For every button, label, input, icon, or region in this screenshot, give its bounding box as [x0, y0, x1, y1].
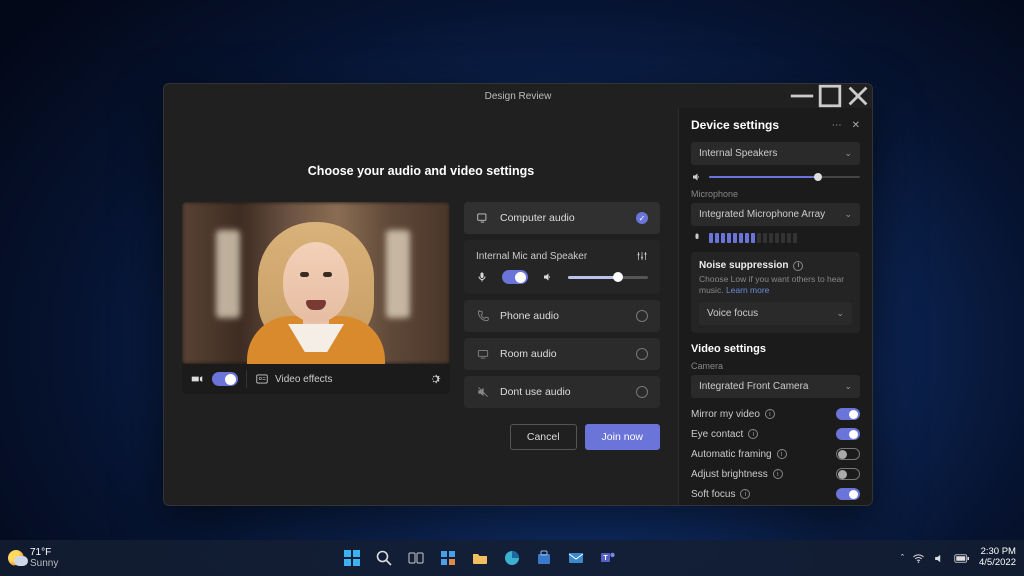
more-icon[interactable]: ⋯	[832, 120, 842, 131]
camera-icon	[190, 372, 204, 386]
audio-option-room[interactable]: Room audio	[464, 338, 660, 370]
weather-widget[interactable]: 71°F Sunny	[8, 547, 58, 569]
audio-option-phone[interactable]: Phone audio	[464, 300, 660, 332]
mail-button[interactable]	[561, 543, 591, 573]
settings-title: Device settings	[691, 118, 779, 132]
radio-icon	[636, 310, 648, 322]
cancel-button[interactable]: Cancel	[510, 424, 577, 450]
close-button[interactable]	[844, 84, 872, 108]
toggle-row-mirror: Mirror my videoi	[691, 404, 860, 424]
radio-checked-icon	[636, 212, 648, 224]
taskbar: 71°F Sunny T ˆ 2:30 PM 4/5/2022	[0, 540, 1024, 576]
device-settings-panel: Device settings ⋯ ✕ Internal Speakers⌄ M…	[678, 108, 872, 505]
join-heading: Choose your audio and video settings	[182, 118, 660, 202]
teams-button[interactable]: T	[593, 543, 623, 573]
effects-icon	[255, 372, 269, 386]
explorer-button[interactable]	[465, 543, 495, 573]
phone-icon	[476, 309, 490, 323]
toggle-row-bright: Adjust brightnessi	[691, 464, 860, 484]
system-tray[interactable]: ˆ 2:30 PM 4/5/2022	[901, 547, 1016, 569]
close-panel-icon[interactable]: ✕	[852, 120, 860, 131]
room-icon	[476, 347, 490, 361]
gear-icon[interactable]	[428, 372, 442, 386]
no-audio-icon	[476, 385, 490, 399]
microphone-dropdown[interactable]: Integrated Microphone Array⌄	[691, 203, 860, 226]
noise-suppression-dropdown[interactable]: Voice focus⌄	[699, 302, 852, 325]
toggle-row-soft: Soft focusi	[691, 484, 860, 504]
speaker-volume-slider[interactable]	[709, 176, 860, 178]
join-pane: Choose your audio and video settings	[164, 108, 678, 505]
widgets-button[interactable]	[433, 543, 463, 573]
chevron-up-icon[interactable]: ˆ	[901, 553, 904, 564]
computer-audio-icon	[476, 211, 490, 225]
chevron-down-icon: ⌄	[836, 308, 844, 319]
video-settings-heading: Video settings	[691, 343, 860, 355]
microphone-label: Microphone	[691, 189, 860, 199]
mic-toggle[interactable]	[502, 270, 528, 284]
video-controls-bar: Video effects	[182, 364, 450, 394]
weather-icon	[8, 550, 24, 566]
camera-label: Camera	[691, 361, 860, 371]
info-icon[interactable]: i	[777, 449, 787, 459]
audio-option-none[interactable]: Dont use audio	[464, 376, 660, 408]
sliders-icon[interactable]	[636, 250, 648, 262]
chevron-down-icon: ⌄	[844, 148, 852, 159]
taskbar-center: T	[337, 543, 623, 573]
svg-text:T: T	[603, 555, 608, 562]
mic-icon	[691, 232, 703, 244]
info-icon[interactable]: i	[765, 409, 775, 419]
device-summary: Internal Mic and Speaker	[476, 251, 587, 262]
camera-toggle[interactable]	[212, 372, 238, 386]
volume-slider[interactable]	[568, 276, 648, 279]
edge-button[interactable]	[497, 543, 527, 573]
join-now-button[interactable]: Join now	[585, 424, 660, 450]
radio-icon	[636, 348, 648, 360]
eye-toggle[interactable]	[836, 428, 860, 440]
chevron-down-icon: ⌄	[844, 209, 852, 220]
toggle-row-frame: Automatic framingi	[691, 444, 860, 464]
frame-toggle[interactable]	[836, 448, 860, 460]
radio-icon	[636, 386, 648, 398]
clock[interactable]: 2:30 PM 4/5/2022	[979, 547, 1016, 569]
speaker-icon	[691, 171, 703, 183]
video-effects-button[interactable]: Video effects	[255, 372, 420, 386]
task-view-button[interactable]	[401, 543, 431, 573]
meeting-join-window: Design Review Choose your audio and vide…	[163, 83, 873, 506]
info-icon[interactable]: i	[748, 429, 758, 439]
camera-dropdown[interactable]: Integrated Front Camera⌄	[691, 375, 860, 398]
volume-icon[interactable]	[933, 552, 946, 565]
toggle-row-eye: Eye contacti	[691, 424, 860, 444]
mic-icon	[476, 271, 488, 283]
audio-detail-panel: Internal Mic and Speaker	[464, 240, 660, 294]
minimize-button[interactable]	[788, 84, 816, 108]
mirror-toggle[interactable]	[836, 408, 860, 420]
store-button[interactable]	[529, 543, 559, 573]
info-icon[interactable]: i	[773, 469, 783, 479]
start-button[interactable]	[337, 543, 367, 573]
maximize-button[interactable]	[816, 84, 844, 108]
speaker-dropdown[interactable]: Internal Speakers⌄	[691, 142, 860, 165]
mic-level-meter	[709, 233, 797, 243]
info-icon[interactable]: i	[793, 261, 803, 271]
noise-suppression-card: Noise suppressioni Choose Low if you wan…	[691, 252, 860, 333]
bright-toggle[interactable]	[836, 468, 860, 480]
speaker-icon	[542, 271, 554, 283]
soft-toggle[interactable]	[836, 488, 860, 500]
video-preview	[182, 202, 450, 364]
chevron-down-icon: ⌄	[844, 381, 852, 392]
window-title: Design Review	[485, 91, 552, 102]
audio-option-computer[interactable]: Computer audio	[464, 202, 660, 234]
wifi-icon[interactable]	[912, 552, 925, 565]
battery-icon[interactable]	[954, 553, 969, 564]
search-button[interactable]	[369, 543, 399, 573]
titlebar: Design Review	[164, 84, 872, 108]
learn-more-link[interactable]: Learn more	[726, 285, 769, 295]
info-icon[interactable]: i	[740, 489, 750, 499]
